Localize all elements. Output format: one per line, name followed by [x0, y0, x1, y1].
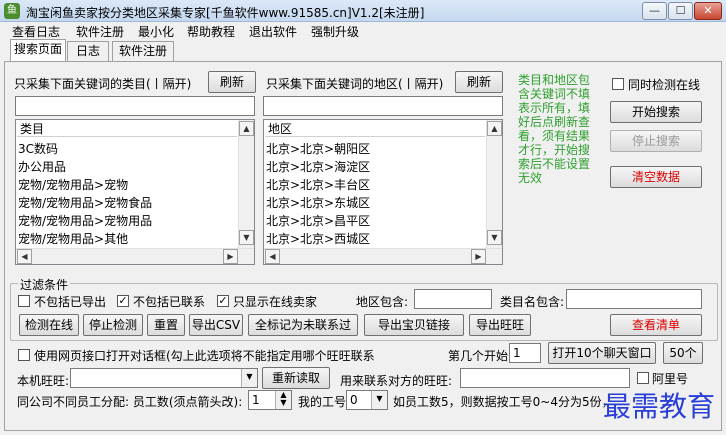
chevron-down-icon[interactable]: ▼ — [371, 391, 387, 409]
category-refresh-button[interactable]: 刷新 — [208, 71, 256, 93]
list-item[interactable]: 北京>北京>东城区 — [266, 194, 370, 212]
menu-help[interactable]: 帮助教程 — [187, 23, 235, 40]
list-item[interactable]: 宠物/宠物用品>宠物用品 — [18, 212, 152, 230]
category-vscroll[interactable]: ▲ ▼ — [238, 120, 254, 248]
menu-view-log[interactable]: 查看日志 — [12, 23, 60, 40]
list-item[interactable]: 宠物/宠物用品>宠物食品 — [18, 194, 152, 212]
view-list-button[interactable]: 查看清单 — [610, 314, 702, 336]
maximize-button[interactable]: ☐ — [668, 2, 693, 20]
list-item[interactable]: 北京>北京>海淀区 — [266, 158, 370, 176]
chevron-down-icon[interactable]: ▼ — [241, 369, 257, 387]
region-list[interactable]: 地区 北京>北京>朝阳区 北京>北京>海淀区 北京>北京>丰台区 北京>北京>东… — [263, 119, 503, 265]
list-item[interactable]: 北京>北京>昌平区 — [266, 212, 370, 230]
stop-check-button[interactable]: 停止检测 — [83, 314, 143, 336]
watermark-text: 最需教育 — [603, 390, 716, 423]
menu-minimize[interactable]: 最小化 — [138, 23, 174, 40]
contact-wangwang-label: 用来联系对方的旺旺: — [340, 374, 453, 388]
region-refresh-button[interactable]: 刷新 — [455, 71, 503, 93]
category-list-header: 类目 — [17, 121, 237, 137]
scroll-right-icon[interactable]: ▶ — [471, 249, 486, 264]
export-item-links-button[interactable]: 导出宝贝链接 — [364, 314, 464, 336]
scroll-down-icon[interactable]: ▼ — [487, 230, 502, 245]
category-contains-input[interactable] — [566, 289, 702, 309]
use-web-api-label: 使用网页接口打开对话框(勾上此选项将不能指定用哪个旺旺联系 — [34, 349, 375, 363]
export-csv-button[interactable]: 导出CSV — [189, 314, 243, 336]
alibaba-checkbox[interactable] — [637, 372, 649, 384]
title-bar: 鱼 淘宝闲鱼卖家按分类地区采集专家[千鱼软件www.91585.cn]V1.2[… — [0, 0, 726, 22]
scroll-right-icon[interactable]: ▶ — [223, 249, 238, 264]
scroll-up-icon[interactable]: ▲ — [487, 121, 502, 136]
tab-register[interactable]: 软件注册 — [112, 41, 174, 61]
list-item[interactable]: 3C数码 — [18, 140, 58, 158]
close-button[interactable]: ✕ — [694, 2, 722, 20]
reread-button[interactable]: 重新读取 — [262, 367, 330, 389]
scroll-up-icon[interactable]: ▲ — [239, 121, 254, 136]
online-only-label: 只显示在线卖家 — [233, 295, 318, 309]
list-item[interactable]: 办公用品 — [18, 158, 66, 176]
category-list[interactable]: 类目 3C数码 办公用品 宠物/宠物用品>宠物 宠物/宠物用品>宠物食品 宠物/… — [15, 119, 255, 265]
scroll-down-icon[interactable]: ▼ — [239, 230, 254, 245]
list-item[interactable]: 宠物/宠物用品>宠物 — [18, 176, 128, 194]
local-wangwang-label: 本机旺旺: — [17, 374, 70, 388]
no-exported-label: 不包括已导出 — [34, 295, 107, 309]
online-only-checkbox[interactable]: ✓ — [217, 295, 229, 307]
staff-count-value: 1 — [252, 393, 260, 407]
app-icon: 鱼 — [4, 3, 20, 19]
category-label: 只采集下面关键词的类目(丨隔开) — [14, 77, 192, 91]
filter-title: 过滤条件 — [18, 276, 71, 293]
stop-search-button[interactable]: 停止搜索 — [610, 130, 702, 152]
clear-data-button[interactable]: 清空数据 — [610, 166, 702, 188]
reset-button[interactable]: 重置 — [147, 314, 185, 336]
region-contains-label: 地区包含: — [356, 295, 409, 309]
category-contains-label: 类目名包含: — [500, 295, 565, 309]
keyword-help-note: 类目和地区包含关键词不填表示所有，填好后点刷新查看，须有结果才行，开始搜索后不能… — [518, 73, 591, 185]
my-id-value: 0 — [350, 393, 358, 407]
category-keyword-input[interactable] — [15, 96, 255, 116]
mark-all-uncontacted-button[interactable]: 全标记为未联系过 — [248, 314, 358, 336]
region-contains-input[interactable] — [414, 289, 492, 309]
tab-search[interactable]: 搜索页面 — [10, 39, 66, 62]
menu-bar: 查看日志 软件注册 最小化 帮助教程 退出软件 强制升级 — [0, 22, 726, 40]
scroll-left-icon[interactable]: ◀ — [265, 249, 280, 264]
no-exported-checkbox[interactable] — [18, 295, 30, 307]
region-hscroll[interactable]: ◀ ▶ — [264, 248, 502, 264]
category-hscroll[interactable]: ◀ ▶ — [16, 248, 254, 264]
local-wangwang-select[interactable]: ▼ — [70, 368, 258, 388]
stepper-arrows-icon[interactable]: ▲ ▼ — [275, 391, 291, 409]
region-keyword-input[interactable] — [263, 96, 503, 116]
start-index-input[interactable]: 1 — [509, 343, 541, 363]
menu-register[interactable]: 软件注册 — [76, 23, 124, 40]
scroll-left-icon[interactable]: ◀ — [17, 249, 32, 264]
check-online-button[interactable]: 检测在线 — [19, 314, 79, 336]
menu-exit[interactable]: 退出软件 — [249, 23, 297, 40]
list-item[interactable]: 宠物/宠物用品>其他 — [18, 230, 128, 248]
open-50-chats-button[interactable]: 50个 — [663, 342, 703, 364]
tab-log[interactable]: 日志 — [67, 41, 109, 61]
window-title: 淘宝闲鱼卖家按分类地区采集专家[千鱼软件www.91585.cn]V1.2[未注… — [26, 6, 425, 20]
list-item[interactable]: 北京>北京>丰台区 — [266, 176, 370, 194]
list-item[interactable]: 北京>北京>西城区 — [266, 230, 370, 248]
my-id-label: 我的工号 — [298, 395, 347, 409]
use-web-api-checkbox[interactable] — [18, 349, 30, 361]
list-item[interactable]: 北京>北京>朝阳区 — [266, 140, 370, 158]
staff-count-stepper[interactable]: 1 ▲ ▼ — [248, 390, 292, 410]
start-index-label: 第几个开始 — [448, 349, 509, 363]
minimize-button[interactable]: — — [642, 2, 667, 20]
no-contacted-checkbox[interactable]: ✓ — [117, 295, 129, 307]
no-contacted-label: 不包括已联系 — [133, 295, 206, 309]
region-vscroll[interactable]: ▲ ▼ — [486, 120, 502, 248]
region-label: 只采集下面关键词的地区(丨隔开) — [266, 77, 444, 91]
open-10-chats-button[interactable]: 打开10个聊天窗口 — [548, 342, 656, 364]
region-list-header: 地区 — [265, 121, 485, 137]
realtime-check-checkbox[interactable] — [612, 78, 624, 90]
my-id-select[interactable]: 0 ▼ — [346, 390, 388, 410]
start-search-button[interactable]: 开始搜索 — [610, 101, 702, 123]
staff-count-label: 同公司不同员工分配: 员工数(须点箭头改): — [17, 395, 243, 409]
realtime-check-label: 同时检测在线 — [628, 78, 701, 92]
export-wangwang-button[interactable]: 导出旺旺 — [469, 314, 531, 336]
staff-split-hint: 如员工数5，则数据按工号0~4分为5份，每 — [393, 395, 608, 409]
menu-force-update[interactable]: 强制升级 — [311, 23, 359, 40]
